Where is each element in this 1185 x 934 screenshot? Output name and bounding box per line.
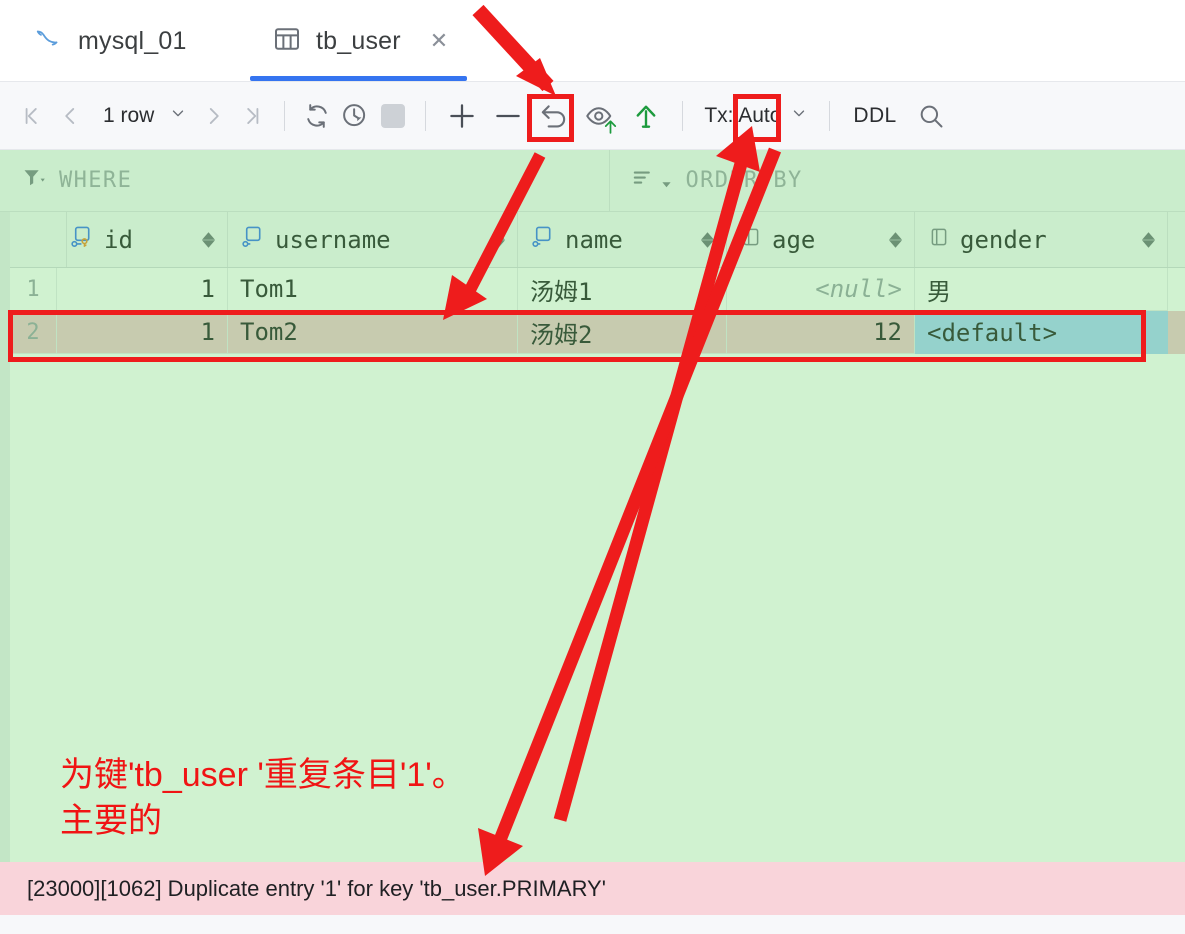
- column-name: name: [565, 225, 623, 254]
- sort-toggle-icon[interactable]: [889, 231, 902, 248]
- revert-undo-icon[interactable]: [531, 94, 577, 138]
- toolbar-divider: [682, 100, 684, 131]
- grid-toolbar: 1 row Tx: Auto DDL: [0, 82, 1185, 150]
- plus-add-row-icon[interactable]: [439, 94, 485, 138]
- tab-mysql-01[interactable]: mysql_01: [12, 0, 209, 82]
- order-by-filter-input[interactable]: ORDER BY: [610, 150, 1185, 211]
- order-by-label: ORDER BY: [685, 168, 803, 193]
- cell-gender[interactable]: 男: [915, 268, 1168, 311]
- row-count-label: 1 row: [103, 103, 155, 127]
- primary-key-column-icon: [69, 224, 95, 255]
- sort-toggle-icon[interactable]: [701, 231, 714, 248]
- sort-toggle-icon[interactable]: [492, 231, 505, 248]
- transaction-mode-selector[interactable]: Tx: Auto: [696, 94, 816, 138]
- mysql-dolphin-icon: [34, 24, 64, 59]
- tab-label: mysql_01: [78, 26, 187, 55]
- sort-lines-icon[interactable]: [632, 166, 672, 195]
- submit-upload-arrow-icon[interactable]: [623, 94, 669, 138]
- last-page-icon[interactable]: [233, 94, 271, 138]
- close-icon[interactable]: ✕: [428, 30, 450, 53]
- column-header-id[interactable]: id: [57, 212, 228, 267]
- chevron-down-icon: [790, 104, 808, 127]
- numeric-column-icon: [927, 225, 951, 254]
- active-tab-underline: [250, 76, 467, 81]
- cell-name[interactable]: 汤姆2: [518, 311, 727, 354]
- column-name: gender: [960, 225, 1047, 254]
- status-bar: [0, 915, 1185, 934]
- cell-id[interactable]: 1: [57, 268, 228, 311]
- cell-username[interactable]: Tom2: [228, 311, 518, 354]
- column-name: age: [772, 225, 816, 254]
- error-message-bar: [23000][1062] Duplicate entry '1' for ke…: [0, 862, 1185, 915]
- toolbar-divider: [284, 100, 286, 131]
- search-icon[interactable]: [907, 94, 955, 138]
- toolbar-divider: [829, 100, 831, 131]
- where-filter-input[interactable]: WHERE: [0, 150, 610, 211]
- tab-label: tb_user: [316, 26, 401, 55]
- transaction-mode-label: Tx: Auto: [704, 103, 782, 127]
- ddl-label: DDL: [853, 103, 897, 127]
- column-header-name[interactable]: name: [518, 212, 727, 267]
- row-gutter-scrollbar[interactable]: [0, 212, 10, 862]
- text-column-icon: [530, 224, 556, 255]
- sort-toggle-icon[interactable]: [202, 231, 215, 248]
- cell-name[interactable]: 汤姆1: [518, 268, 727, 311]
- cell-id[interactable]: 1: [57, 311, 228, 354]
- filter-bar: WHERE ORDER BY: [0, 150, 1185, 212]
- cell-username[interactable]: Tom1: [228, 268, 518, 311]
- table-row[interactable]: 2 1 Tom2 汤姆2 12 <default>: [10, 311, 1185, 354]
- column-header-username[interactable]: username: [228, 212, 518, 267]
- cell-gender[interactable]: <default>: [915, 311, 1168, 354]
- ddl-button[interactable]: DDL: [843, 94, 906, 138]
- filter-funnel-icon[interactable]: [22, 166, 46, 195]
- stop-icon[interactable]: [374, 94, 412, 138]
- sort-toggle-icon[interactable]: [1142, 231, 1155, 248]
- column-header-gender[interactable]: gender: [915, 212, 1168, 267]
- database-table-editor-window: mysql_01 tb_user ✕ 1 row Tx: Auto DDL WH…: [0, 0, 1185, 934]
- text-column-icon: [240, 224, 266, 255]
- cell-age[interactable]: 12: [727, 311, 915, 354]
- history-clock-icon[interactable]: [336, 94, 374, 138]
- tab-tb-user[interactable]: tb_user: [250, 0, 423, 82]
- toolbar-divider: [425, 100, 427, 131]
- cell-age[interactable]: <null>: [727, 268, 915, 311]
- preview-eye-upload-icon[interactable]: [577, 94, 623, 138]
- editor-tab-bar: mysql_01 tb_user ✕: [0, 0, 1185, 82]
- row-count-selector[interactable]: 1 row: [89, 94, 195, 138]
- error-message-text: [23000][1062] Duplicate entry '1' for ke…: [27, 875, 606, 901]
- column-name: username: [275, 225, 391, 254]
- grid-header-row: id username name age gender: [10, 212, 1185, 268]
- minus-remove-row-icon[interactable]: [485, 94, 531, 138]
- column-header-age[interactable]: age: [727, 212, 915, 267]
- grid-empty-area: [10, 354, 1185, 862]
- table-icon: [272, 24, 302, 59]
- column-name: id: [104, 225, 133, 254]
- result-grid: id username name age gender 1 1 Tom1 汤姆1…: [0, 212, 1185, 862]
- table-row[interactable]: 1 1 Tom1 汤姆1 <null> 男: [10, 268, 1185, 311]
- row-number: 2: [10, 311, 57, 354]
- prev-page-icon[interactable]: [51, 94, 89, 138]
- where-label: WHERE: [59, 168, 133, 193]
- first-page-icon[interactable]: [13, 94, 51, 138]
- chevron-down-icon: [169, 104, 187, 127]
- next-page-icon[interactable]: [195, 94, 233, 138]
- row-number: 1: [10, 268, 57, 311]
- numeric-column-icon: [739, 225, 763, 254]
- refresh-icon[interactable]: [298, 94, 336, 138]
